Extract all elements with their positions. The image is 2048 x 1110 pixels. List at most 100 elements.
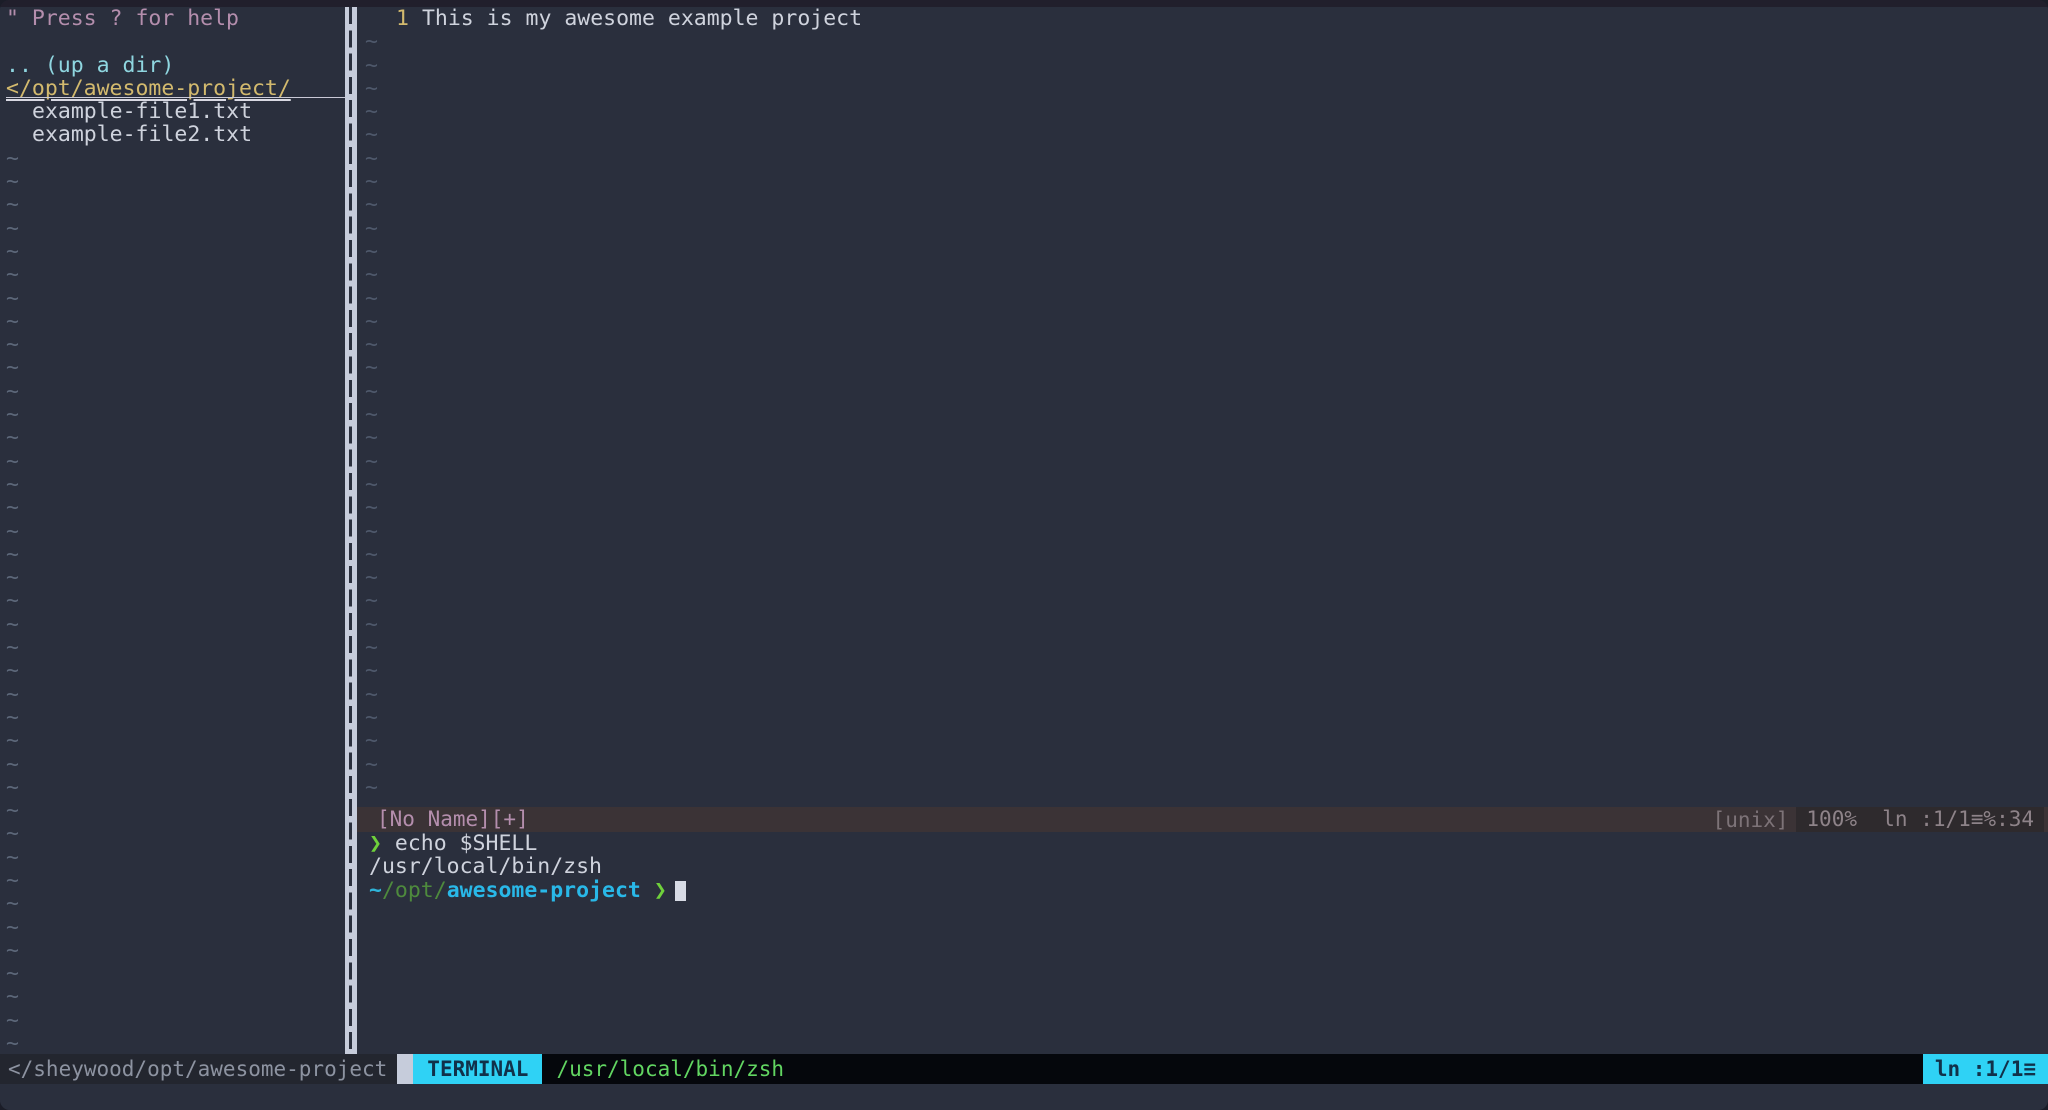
editor-filler-lines: ~ ~ ~ ~ ~ ~ ~ ~ ~ ~ ~ ~ ~ ~ ~ ~ ~ ~ ~ ~ ~ ~ ~ ~ ~ ~ ~ ~ ~ ~ ~ ~ ~ xyxy=(357,30,2048,799)
filler-tilde: ~ xyxy=(6,332,19,358)
terminal-cursor[interactable] xyxy=(674,880,686,901)
filler-tilde-glyph: ~ xyxy=(365,355,378,381)
filler-tilde: ~ xyxy=(6,169,19,195)
explorer-root-row[interactable]: </opt/awesome-project/ xyxy=(0,77,345,100)
filler-tilde: ~ xyxy=(6,448,19,474)
filler-tilde: ~ xyxy=(6,774,19,800)
filler-tilde: ~ xyxy=(6,378,19,404)
filler-tilde-glyph: ~ xyxy=(365,29,378,55)
explorer-root-label[interactable]: </opt/awesome-project/ xyxy=(6,77,291,101)
filler-tilde: ~ xyxy=(6,867,19,893)
filler-tilde: ~ xyxy=(357,308,2048,334)
filler-tilde: ~ xyxy=(357,238,2048,264)
statusbar-mode-badge: TERMINAL xyxy=(413,1054,543,1084)
filler-tilde-glyph: ~ xyxy=(365,402,378,428)
filler-tilde-glyph: ~ xyxy=(365,425,378,451)
statusbar-path: </sheywood/opt/awesome-project xyxy=(0,1054,398,1084)
terminal-output-line: /usr/local/bin/zsh xyxy=(369,854,602,880)
editor-pane[interactable]: 1 This is my awesome example project ~ ~ ~… xyxy=(357,7,2048,807)
filler-tilde: ~ xyxy=(6,821,19,847)
filler-tilde: ~ xyxy=(6,565,19,591)
editor-line-text[interactable]: This is my awesome example project xyxy=(409,7,862,31)
filler-tilde: ~ xyxy=(357,658,2048,684)
file-explorer-pane[interactable]: " Press ? for help .. (up a dir) </opt/a… xyxy=(0,7,345,1054)
filler-tilde: ~ xyxy=(357,333,2048,357)
filler-tilde: ~ xyxy=(357,379,2048,403)
filler-tilde: ~ xyxy=(6,355,19,381)
filler-tilde-glyph: ~ xyxy=(365,262,378,288)
filler-tilde: ~ xyxy=(6,937,19,963)
filler-tilde: ~ xyxy=(6,751,19,777)
filler-tilde: ~ xyxy=(357,286,2048,310)
filler-tilde: ~ xyxy=(357,449,2048,473)
global-statusbar: </sheywood/opt/awesome-project TERMINAL … xyxy=(0,1054,2048,1084)
explorer-file-list[interactable]: example-file1.txt example-file2.txt xyxy=(0,100,345,147)
filler-tilde-glyph: ~ xyxy=(365,774,378,800)
filler-tilde: ~ xyxy=(6,681,19,707)
filler-tilde-glyph: ~ xyxy=(365,99,378,125)
filler-tilde: ~ xyxy=(6,658,19,684)
filler-tilde-glyph: ~ xyxy=(365,541,378,567)
filler-tilde: ~ xyxy=(357,425,2048,451)
editor-line-number: 1 xyxy=(396,7,409,31)
filler-tilde: ~ xyxy=(357,355,2048,381)
prompt-tilde: ~ xyxy=(369,877,382,903)
filler-tilde: ~ xyxy=(6,215,19,241)
filler-tilde-glyph: ~ xyxy=(365,308,378,334)
filler-tilde: ~ xyxy=(6,541,19,567)
filler-tilde-glyph: ~ xyxy=(365,122,378,148)
list-item[interactable]: example-file2.txt xyxy=(0,123,345,147)
filler-tilde-glyph: ~ xyxy=(365,611,378,637)
filler-tilde: ~ xyxy=(357,566,2048,590)
filler-tilde: ~ xyxy=(6,471,19,497)
terminal-output[interactable]: ❯ echo $SHELL/usr/local/bin/zsh xyxy=(369,832,2048,879)
statusbar-shell-path: /usr/local/bin/zsh xyxy=(542,1054,799,1084)
filler-tilde-glyph: ~ xyxy=(365,658,378,684)
filler-tilde: ~ xyxy=(357,635,2048,661)
filler-tilde: ~ xyxy=(357,519,2048,543)
filler-tilde: ~ xyxy=(6,495,19,521)
filler-tilde: ~ xyxy=(357,541,2048,567)
filler-tilde: ~ xyxy=(6,285,19,311)
filler-tilde: ~ xyxy=(357,402,2048,428)
statusline-percent: 100% xyxy=(1806,807,1857,831)
filler-tilde-glyph: ~ xyxy=(365,75,378,101)
filler-tilde: ~ xyxy=(6,588,19,614)
filler-tilde-glyph: ~ xyxy=(365,145,378,171)
filler-tilde: ~ xyxy=(6,145,19,171)
filler-tilde: ~ xyxy=(6,1031,19,1054)
filler-tilde-glyph: ~ xyxy=(365,238,378,264)
filler-tilde: ~ xyxy=(357,216,2048,240)
terminal-prompt-line[interactable]: ~/opt/awesome-project ❯ xyxy=(369,877,2048,903)
filler-tilde: ~ xyxy=(6,238,19,264)
filler-tilde: ~ xyxy=(357,170,2048,194)
filler-tilde-glyph: ~ xyxy=(365,681,378,707)
filler-tilde: ~ xyxy=(6,891,19,917)
terminal-pane[interactable]: ❯ echo $SHELL/usr/local/bin/zsh ~/opt/aw… xyxy=(357,832,2048,1054)
filler-tilde: ~ xyxy=(357,774,2048,800)
statusline-fileformat: [unix] xyxy=(1712,807,1789,832)
explorer-up-a-dir[interactable]: .. (up a dir) xyxy=(0,53,345,77)
editor-line[interactable]: 1 This is my awesome example project xyxy=(357,7,2048,30)
filler-tilde: ~ xyxy=(357,262,2048,288)
window-split-separator[interactable] xyxy=(345,7,357,1054)
editor-statusline: [No Name][+] [unix] 100% ln :1/1≡%:34 xyxy=(357,807,2048,832)
filler-tilde: ~ xyxy=(6,984,19,1010)
filler-tilde: ~ xyxy=(357,193,2048,217)
statusline-position: ln :1/1≡%:34 xyxy=(1882,807,2034,831)
explorer-filler-lines: ~~~~~~~~~~~~~~~~~~~~~~~~~~~~~~~~~~~~~~~~… xyxy=(0,145,345,1054)
filler-tilde: ~ xyxy=(6,844,19,870)
prompt-path-bold: awesome-project xyxy=(446,877,641,903)
editor-text-lines[interactable]: 1 This is my awesome example project xyxy=(357,7,2048,30)
filler-tilde: ~ xyxy=(6,518,19,544)
filler-tilde-glyph: ~ xyxy=(365,471,378,497)
filler-tilde-glyph: ~ xyxy=(365,635,378,661)
filler-tilde: ~ xyxy=(6,961,19,987)
filler-tilde: ~ xyxy=(6,1007,19,1033)
filler-tilde: ~ xyxy=(6,262,19,288)
statusline-position-group: 100% ln :1/1≡%:34 xyxy=(1796,807,2044,832)
list-item[interactable]: example-file1.txt xyxy=(0,100,345,124)
statusbar-spacer xyxy=(798,1054,1923,1084)
prompt-path-dim: /opt/ xyxy=(381,877,447,903)
